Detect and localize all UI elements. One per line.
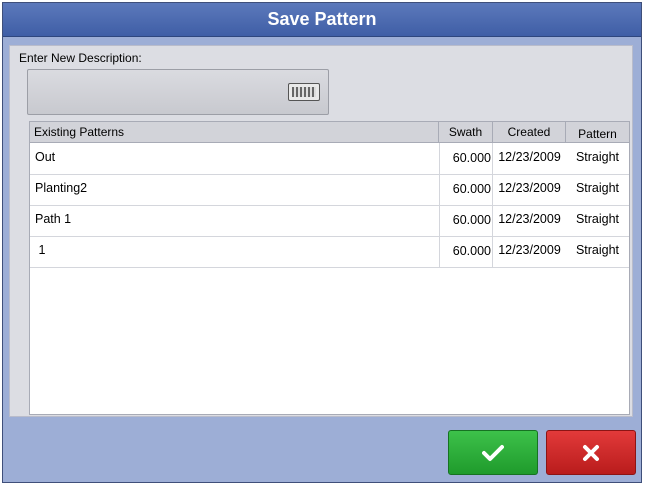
column-header-existing-patterns[interactable]: Existing Patterns — [30, 122, 439, 142]
pattern-name: Out — [35, 150, 56, 164]
pattern-name: Planting2 — [35, 181, 88, 195]
table-row[interactable]: Path 1 60.000 12/23/2009 Straight — [30, 205, 629, 237]
pattern-name: 1 — [35, 243, 46, 257]
pattern-swath: 60.000 — [439, 143, 493, 174]
table-row[interactable]: 1 60.000 12/23/2009 Straight — [30, 236, 629, 268]
pattern-created: 12/23/2009 — [498, 212, 561, 226]
keyboard-icon[interactable] — [288, 83, 320, 101]
pattern-swath: 60.000 — [439, 205, 493, 236]
description-label: Enter New Description: — [19, 51, 142, 65]
pattern-created: 12/23/2009 — [498, 181, 561, 195]
column-header-created[interactable]: Created — [493, 122, 566, 142]
pattern-type: Straight — [575, 150, 620, 164]
confirm-button[interactable] — [448, 430, 538, 475]
column-header-swath[interactable]: Swath — [439, 122, 493, 142]
pattern-swath: 60.000 — [439, 236, 493, 267]
table-row[interactable]: Planting2 60.000 12/23/2009 Straight — [30, 174, 629, 206]
pattern-type: Straight — [575, 212, 620, 226]
pattern-swath: 60.000 — [439, 174, 493, 205]
existing-patterns-table: Existing Patterns Swath Created Pattern … — [29, 121, 630, 415]
table-header: Existing Patterns Swath Created Pattern — [30, 122, 629, 143]
checkmark-icon — [482, 444, 504, 461]
description-input[interactable] — [27, 69, 329, 115]
table-row[interactable]: Out 60.000 12/23/2009 Straight — [30, 143, 629, 175]
x-icon — [583, 444, 599, 461]
dialog-title: Save Pattern — [267, 9, 377, 29]
column-header-pattern[interactable]: Pattern — [566, 124, 629, 144]
title-bar: Save Pattern — [3, 3, 641, 37]
pattern-name: Path 1 — [35, 212, 72, 226]
pattern-type: Straight — [575, 243, 620, 257]
pattern-type: Straight — [575, 181, 620, 195]
pattern-created: 12/23/2009 — [498, 150, 561, 164]
cancel-button[interactable] — [546, 430, 636, 475]
pattern-created: 12/23/2009 — [498, 243, 561, 257]
